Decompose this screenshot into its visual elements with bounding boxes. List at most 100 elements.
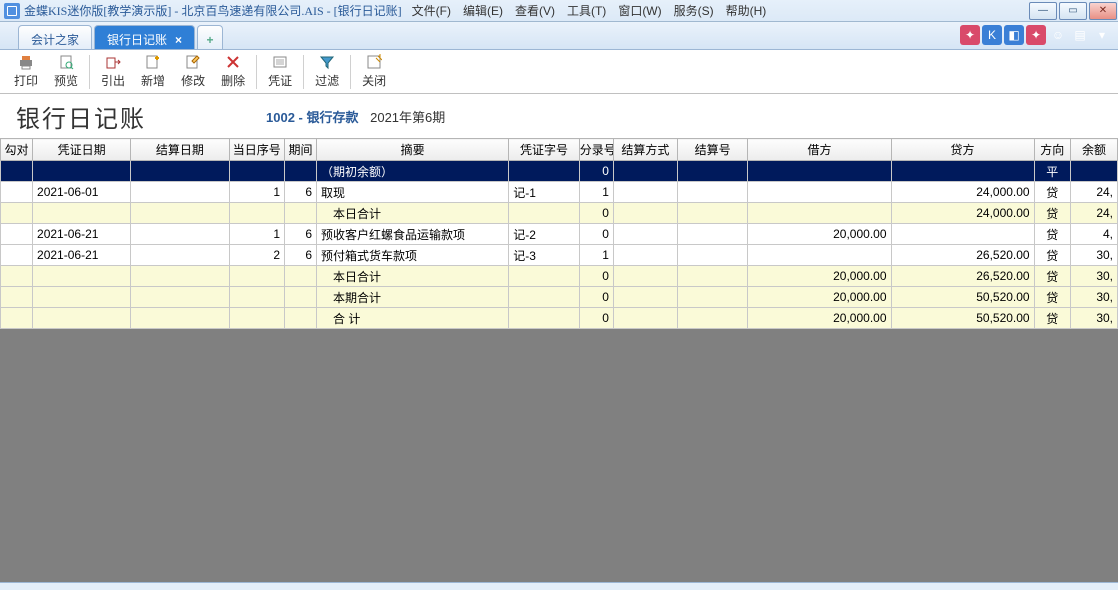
tab-new[interactable]: + [197, 25, 223, 49]
dropdown-icon[interactable]: ▾ [1092, 25, 1112, 45]
col-header[interactable]: 凭证字号 [509, 139, 579, 161]
toolbar-预览[interactable]: 预览 [46, 52, 86, 91]
menu-item[interactable]: 文件(F) [406, 0, 457, 21]
quick-icon-1[interactable]: ✦ [960, 25, 980, 45]
cell [131, 245, 229, 266]
toolbar-label: 修改 [181, 72, 205, 89]
cell: （期初余额） [317, 161, 509, 182]
quick-icon-3[interactable]: ◧ [1004, 25, 1024, 45]
page-heading: 银行日记账 1002 - 银行存款 2021年第6期 [0, 94, 1118, 138]
cell [1, 245, 33, 266]
cell: 2021-06-21 [33, 224, 131, 245]
menu-item[interactable]: 查看(V) [509, 0, 561, 21]
col-header[interactable]: 勾对 [1, 139, 33, 161]
tab-home[interactable]: 会计之家 [18, 25, 92, 49]
quick-icon-4[interactable]: ✦ [1026, 25, 1046, 45]
toolbar-删除[interactable]: 删除 [213, 52, 253, 91]
cell [1, 287, 33, 308]
col-header[interactable]: 摘要 [317, 139, 509, 161]
cell [748, 182, 891, 203]
凭证-icon [272, 54, 288, 70]
cell: 本日合计 [317, 266, 509, 287]
col-header[interactable]: 当日序号 [229, 139, 285, 161]
col-header[interactable]: 结算号 [677, 139, 747, 161]
cell [285, 161, 317, 182]
maximize-button[interactable]: ▭ [1059, 2, 1087, 20]
menu-item[interactable]: 编辑(E) [457, 0, 509, 21]
cell [748, 203, 891, 224]
引出-icon [105, 54, 121, 70]
cell [229, 203, 285, 224]
table-row[interactable]: （期初余额）0平 [1, 161, 1118, 182]
col-header[interactable]: 借方 [748, 139, 891, 161]
cell [285, 308, 317, 329]
cell: 24,000.00 [891, 203, 1034, 224]
cell [131, 287, 229, 308]
关闭-icon [366, 54, 382, 70]
cell [33, 203, 131, 224]
cell: 30, [1070, 245, 1117, 266]
col-header[interactable]: 结算方式 [613, 139, 677, 161]
cell: 贷 [1034, 266, 1070, 287]
journal-grid[interactable]: 勾对凭证日期结算日期当日序号期间摘要凭证字号分录号结算方式结算号借方贷方方向余额… [0, 138, 1118, 329]
cell [33, 161, 131, 182]
cell [229, 308, 285, 329]
close-button[interactable]: ✕ [1089, 2, 1117, 20]
table-row[interactable]: 本期合计020,000.0050,520.00贷30, [1, 287, 1118, 308]
menu-item[interactable]: 帮助(H) [720, 0, 773, 21]
menu-item[interactable]: 工具(T) [561, 0, 612, 21]
cell [509, 161, 579, 182]
col-header[interactable]: 期间 [285, 139, 317, 161]
toolbar-sep [350, 55, 351, 89]
cell: 30, [1070, 266, 1117, 287]
col-header[interactable]: 余额 [1070, 139, 1117, 161]
toolbar-引出[interactable]: 引出 [93, 52, 133, 91]
toolbar-label: 删除 [221, 72, 245, 89]
toolbar-打印[interactable]: 打印 [6, 52, 46, 91]
cell [677, 161, 747, 182]
cell [229, 161, 285, 182]
menu-item[interactable]: 服务(S) [668, 0, 720, 21]
status-strip [0, 582, 1118, 590]
table-row[interactable]: 本日合计024,000.00贷24, [1, 203, 1118, 224]
col-header[interactable]: 分录号 [579, 139, 613, 161]
toolbar-修改[interactable]: 修改 [173, 52, 213, 91]
cell: 0 [579, 224, 613, 245]
tab-bank-journal[interactable]: 银行日记账× [94, 25, 195, 49]
toolbar-关闭[interactable]: 关闭 [354, 52, 394, 91]
cell [1, 203, 33, 224]
cell: 贷 [1034, 224, 1070, 245]
toolbar-新增[interactable]: 新增 [133, 52, 173, 91]
table-row[interactable]: 合 计020,000.0050,520.00贷30, [1, 308, 1118, 329]
cell: 合 计 [317, 308, 509, 329]
titlebar: 金蝶KIS迷你版[教学演示版] - 北京百鸟速递有限公司.AIS - [银行日记… [0, 0, 1118, 22]
col-header[interactable]: 凭证日期 [33, 139, 131, 161]
menu-item[interactable]: 窗口(W) [612, 0, 667, 21]
table-row[interactable]: 2021-06-2116预收客户红螺食品运输款项记-2020,000.00贷4, [1, 224, 1118, 245]
tab-close-icon[interactable]: × [175, 33, 182, 47]
quick-icon-2[interactable]: K [982, 25, 1002, 45]
table-row[interactable]: 2021-06-2126预付箱式货车款项记-3126,520.00贷30, [1, 245, 1118, 266]
toolbar-凭证[interactable]: 凭证 [260, 52, 300, 91]
cell [677, 224, 747, 245]
quick-icons: ✦ K ◧ ✦ ☺ ▤ ▾ [960, 25, 1112, 45]
table-row[interactable]: 2021-06-0116取现记-1124,000.00贷24, [1, 182, 1118, 203]
cell [677, 182, 747, 203]
cell [33, 308, 131, 329]
col-header[interactable]: 方向 [1034, 139, 1070, 161]
cell: 1 [229, 182, 285, 203]
cell [613, 287, 677, 308]
toolbar-label: 关闭 [362, 72, 386, 89]
toolbar-过滤[interactable]: 过滤 [307, 52, 347, 91]
cell [229, 287, 285, 308]
table-row[interactable]: 本日合计020,000.0026,520.00贷30, [1, 266, 1118, 287]
minimize-button[interactable]: — [1029, 2, 1057, 20]
col-header[interactable]: 结算日期 [131, 139, 229, 161]
cell [677, 203, 747, 224]
cell [748, 245, 891, 266]
chat-icon[interactable]: ▤ [1070, 25, 1090, 45]
打印-icon [18, 54, 34, 70]
smiley-icon[interactable]: ☺ [1048, 25, 1068, 45]
col-header[interactable]: 贷方 [891, 139, 1034, 161]
cell [33, 287, 131, 308]
